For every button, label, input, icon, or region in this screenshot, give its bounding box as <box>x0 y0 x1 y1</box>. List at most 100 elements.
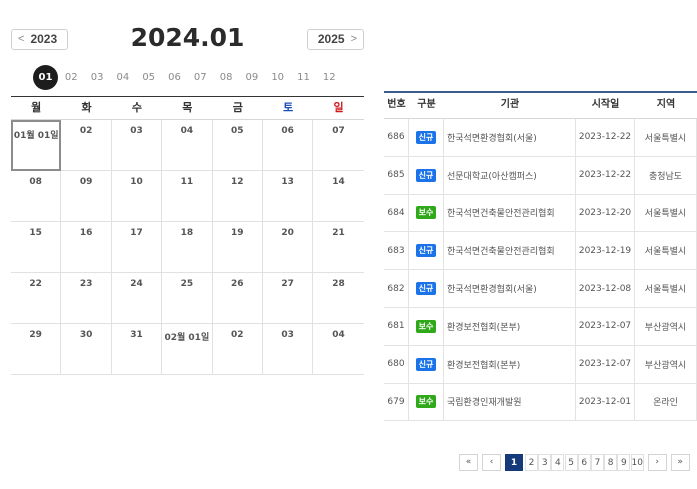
table-row[interactable]: 679 보수 국립환경인재개발원 2023-12-01 온라인 <box>384 383 697 422</box>
calendar-day[interactable]: 09 <box>61 171 112 222</box>
prev-page-button[interactable]: ‹ <box>482 453 501 471</box>
weekday-label: 금 <box>232 101 243 114</box>
calendar-day[interactable]: 18 <box>162 222 213 273</box>
page-number-button[interactable]: 4 <box>551 453 565 471</box>
column-header: 지역 <box>656 99 676 110</box>
row-region: 부산광역시 <box>635 345 697 383</box>
row-number: 680 <box>384 345 409 383</box>
next-page-button[interactable]: › <box>647 453 667 471</box>
month-06[interactable]: 06 <box>162 65 187 90</box>
calendar-day[interactable]: 31 <box>111 324 163 375</box>
last-page-button[interactable]: » <box>670 453 690 471</box>
page-number-button[interactable]: 1 <box>505 453 523 471</box>
weekday-label: 수 <box>131 101 143 114</box>
weekday-label: 토 <box>283 101 294 114</box>
calendar-day[interactable]: 06 <box>262 120 314 171</box>
calendar-day[interactable]: 24 <box>111 273 163 324</box>
calendar-day[interactable]: 30 <box>61 324 112 375</box>
page-number-button[interactable]: 2 <box>525 453 538 471</box>
row-type-cell: 신규 <box>409 156 444 194</box>
page-number-button[interactable]: 5 <box>564 453 578 471</box>
calendar-day[interactable]: 17 <box>111 222 163 273</box>
page-number-button[interactable]: 9 <box>617 453 631 471</box>
page-number-button[interactable]: 10 <box>630 453 644 471</box>
calendar-day[interactable]: 21 <box>313 222 364 273</box>
type-badge: 신규 <box>415 357 437 371</box>
calendar-day[interactable]: 02월 01일 <box>162 324 213 375</box>
row-start-date: 2023-12-08 <box>576 270 635 307</box>
table-row[interactable]: 680 신규 환경보전협회(본부) 2023-12-07 부산광역시 <box>384 345 697 384</box>
page-number-button[interactable]: 8 <box>604 453 618 471</box>
weekday-label: 목 <box>182 101 193 114</box>
table-row[interactable]: 684 보수 한국석면건축물안전관리협회 2023-12-20 서울특별시 <box>384 194 697 233</box>
calendar-day[interactable]: 03 <box>262 324 314 375</box>
calendar-day[interactable]: 28 <box>313 273 364 324</box>
row-organization: 선문대학교(아산캠퍼스) <box>444 156 576 194</box>
month-02[interactable]: 02 <box>59 65 84 90</box>
month-08[interactable]: 08 <box>214 65 239 90</box>
type-badge: 보수 <box>415 206 437 220</box>
calendar-day[interactable]: 19 <box>212 222 263 273</box>
column-header: 기관 <box>500 99 520 110</box>
calendar-day[interactable]: 10 <box>111 171 163 222</box>
page-number-button[interactable]: 6 <box>577 453 591 471</box>
row-start-date: 2023-12-07 <box>576 307 635 345</box>
month-11[interactable]: 11 <box>291 65 316 90</box>
month-04[interactable]: 04 <box>110 65 135 90</box>
table-row[interactable]: 683 신규 한국석면건축물안전관리협회 2023-12-19 서울특별시 <box>384 232 697 271</box>
month-10[interactable]: 10 <box>265 65 290 90</box>
page-number-button[interactable]: 3 <box>538 453 552 471</box>
table-row[interactable]: 682 신규 한국석면환경협회(서울) 2023-12-08 서울특별시 <box>384 270 697 308</box>
type-badge: 신규 <box>415 168 437 182</box>
calendar-day[interactable]: 05 <box>212 120 263 171</box>
next-year-button[interactable]: 2025 > <box>307 29 364 50</box>
calendar-day[interactable]: 25 <box>162 273 213 324</box>
row-region: 서울특별시 <box>635 232 697 270</box>
row-number: 682 <box>384 270 409 307</box>
calendar-day[interactable]: 22 <box>11 273 62 324</box>
calendar-day[interactable]: 01월 01일 <box>11 120 62 171</box>
month-05[interactable]: 05 <box>136 65 161 90</box>
calendar-day[interactable]: 20 <box>262 222 314 273</box>
row-region: 부산광역시 <box>635 307 697 345</box>
month-03[interactable]: 03 <box>85 65 110 90</box>
first-page-button[interactable]: « <box>459 453 478 471</box>
calendar-day[interactable]: 15 <box>11 222 62 273</box>
calendar-day[interactable]: 29 <box>11 324 62 375</box>
table-row[interactable]: 685 신규 선문대학교(아산캠퍼스) 2023-12-22 충청남도 <box>384 156 697 195</box>
calendar-day[interactable]: 04 <box>313 324 364 375</box>
calendar-day[interactable]: 02 <box>212 324 263 375</box>
calendar-day[interactable]: 08 <box>11 171 62 222</box>
calendar-day[interactable]: 13 <box>262 171 314 222</box>
year-navigation: < 2023 2024.01 2025 > <box>11 22 364 58</box>
row-region: 서울특별시 <box>635 194 697 232</box>
table-row[interactable]: 681 보수 환경보전협회(본부) 2023-12-07 부산광역시 <box>384 307 697 346</box>
row-organization: 국립환경인재개발원 <box>444 383 576 421</box>
row-type-cell: 신규 <box>409 119 444 156</box>
chevron-right-icon: > <box>350 33 357 45</box>
calendar-day[interactable]: 26 <box>212 273 263 324</box>
month-09[interactable]: 09 <box>239 65 264 90</box>
table-row[interactable]: 686 신규 한국석면환경협회(서울) 2023-12-22 서울특별시 <box>384 119 697 157</box>
month-07[interactable]: 07 <box>188 65 213 90</box>
calendar-day[interactable]: 23 <box>61 273 112 324</box>
row-number: 681 <box>384 307 409 345</box>
row-type-cell: 신규 <box>409 232 444 270</box>
calendar-day[interactable]: 07 <box>313 120 364 171</box>
row-start-date: 2023-12-20 <box>576 194 635 232</box>
row-organization: 한국석면건축물안전관리협회 <box>444 232 576 270</box>
calendar-day[interactable]: 16 <box>61 222 112 273</box>
month-01[interactable]: 01 <box>33 65 58 90</box>
month-12[interactable]: 12 <box>317 65 342 90</box>
page-number-button[interactable]: 7 <box>590 453 604 471</box>
calendar-day[interactable]: 11 <box>162 171 213 222</box>
calendar-day[interactable]: 02 <box>61 120 112 171</box>
calendar-day[interactable]: 12 <box>212 171 263 222</box>
row-organization: 한국석면건축물안전관리협회 <box>444 194 576 232</box>
calendar-day[interactable]: 27 <box>262 273 314 324</box>
calendar-day[interactable]: 14 <box>313 171 364 222</box>
row-type-cell: 보수 <box>409 194 444 232</box>
calendar-day[interactable]: 04 <box>162 120 213 171</box>
calendar-day[interactable]: 03 <box>111 120 163 171</box>
type-badge: 신규 <box>415 244 437 258</box>
